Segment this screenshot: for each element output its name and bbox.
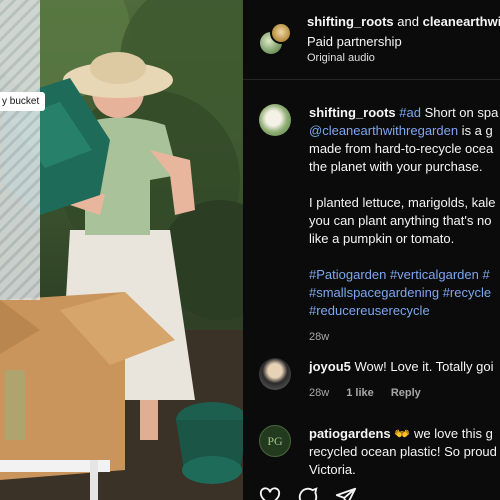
username-link[interactable]: shifting_roots bbox=[309, 105, 396, 120]
hashtag-link[interactable]: #reducereuserecycle bbox=[309, 302, 500, 320]
comment-text: 👐 we love this g bbox=[390, 426, 493, 441]
hashtag-link[interactable]: #ad bbox=[399, 105, 421, 120]
avatar-initials: PG bbox=[267, 433, 283, 448]
caption-text: I planted lettuce, marigolds, kale bbox=[309, 195, 496, 210]
fence-decor bbox=[0, 0, 40, 300]
reply-button[interactable]: Reply bbox=[391, 387, 421, 399]
hashtag-link[interactable]: #smallspacegardening #recycle bbox=[309, 284, 500, 302]
username-link[interactable]: cleanearthwi bbox=[423, 14, 500, 29]
username-link[interactable]: patiogardens bbox=[309, 426, 391, 441]
caption-text: you can plant anything that's no bbox=[309, 213, 492, 228]
comment-icon[interactable] bbox=[297, 486, 319, 500]
comment-timestamp[interactable]: 28w bbox=[309, 387, 329, 399]
comment-text: recycled ocean plastic! So proud bbox=[309, 444, 497, 459]
audio-label[interactable]: Original audio bbox=[307, 52, 375, 64]
caption-text: Short on spa bbox=[421, 105, 499, 120]
header-usernames: shifting_roots and cleanearthwi bbox=[307, 14, 500, 29]
caption-text: like a pumpkin or tomato. bbox=[309, 231, 455, 246]
username-link[interactable]: joyou5 bbox=[309, 359, 351, 374]
post-media[interactable]: y bucket bbox=[0, 0, 243, 500]
comments-panel: shifting_roots and cleanearthwi Paid par… bbox=[243, 0, 500, 500]
heart-icon[interactable] bbox=[259, 486, 281, 500]
product-tag[interactable]: y bucket bbox=[0, 92, 46, 111]
paid-partnership-label[interactable]: Paid partnership bbox=[307, 34, 402, 49]
share-icon[interactable] bbox=[335, 486, 357, 500]
caption-text: is a g bbox=[458, 123, 493, 138]
avatar[interactable] bbox=[259, 358, 291, 390]
mention-link[interactable]: @cleanearthwithregarden bbox=[309, 123, 458, 138]
action-bar bbox=[259, 486, 357, 500]
avatar[interactable] bbox=[270, 22, 292, 44]
caption-text: made from hard-to-recycle ocea bbox=[309, 141, 494, 156]
comment-likes[interactable]: 1 like bbox=[346, 387, 374, 399]
connector-text: and bbox=[393, 14, 423, 29]
username-link[interactable]: shifting_roots bbox=[307, 14, 394, 29]
comment-text: Victoria. bbox=[309, 462, 356, 477]
comment-text: Wow! Love it. Totally goi bbox=[350, 359, 494, 374]
post-header: shifting_roots and cleanearthwi Paid par… bbox=[243, 0, 500, 80]
avatar[interactable] bbox=[259, 104, 291, 136]
avatar[interactable]: PG bbox=[259, 425, 291, 457]
hashtag-link[interactable]: #Patiogarden #verticalgarden # bbox=[309, 266, 500, 284]
caption-text: the planet with your purchase. bbox=[309, 159, 483, 174]
caption-timestamp[interactable]: 28w bbox=[309, 328, 500, 346]
